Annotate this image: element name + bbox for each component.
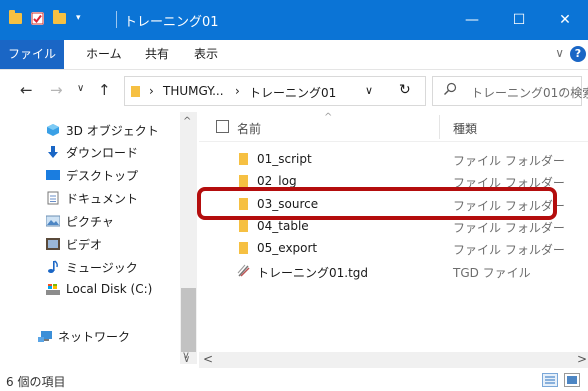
tgd-file-icon (237, 264, 250, 278)
help-icon[interactable]: ? (570, 46, 586, 62)
close-button[interactable]: ✕ (542, 0, 588, 40)
file-name: 05_export (257, 241, 318, 255)
item-count: 6 個の項目 (6, 375, 66, 389)
folder-icon (239, 175, 248, 187)
nav-item-label: ネットワーク (58, 330, 131, 344)
desktop-icon (46, 168, 60, 182)
file-type: ファイル フォルダー (453, 154, 565, 168)
list-item[interactable]: トレーニング01.tgd TGD ファイル (199, 261, 588, 283)
scroll-thumb[interactable] (181, 288, 196, 352)
nav-item-label: ビデオ (66, 238, 103, 252)
tab-home[interactable]: ホーム (86, 40, 122, 69)
tab-share[interactable]: 共有 (145, 40, 169, 69)
nav-item-downloads[interactable]: ダウンロード (0, 140, 180, 164)
breadcrumb-separator[interactable]: › (235, 84, 240, 98)
quick-access-dropdown-icon[interactable]: ▾ (76, 13, 84, 25)
nav-item-documents[interactable]: ドキュメント (0, 186, 180, 210)
breadcrumb-thumgy[interactable]: THUMGY... (163, 84, 224, 98)
file-list: 名前 ^ 種類 01_script ファイル フォルダー 02_log ファイル… (199, 112, 588, 352)
status-bar: 6 個の項目 (0, 368, 588, 391)
tab-file[interactable]: ファイル (0, 40, 64, 69)
refresh-icon[interactable]: ↻ (399, 82, 411, 98)
file-name: 01_script (257, 152, 312, 166)
new-folder-icon[interactable] (53, 10, 66, 24)
select-all-checkbox[interactable] (216, 120, 229, 133)
search-box[interactable]: トレーニング01の検索 (432, 76, 588, 106)
documents-icon (46, 191, 60, 205)
folder-icon (131, 86, 140, 97)
address-dropdown-icon[interactable]: ∨ (365, 84, 373, 97)
folder-icon (239, 153, 248, 165)
nav-item-label: デスクトップ (66, 169, 139, 183)
scroll-right-icon[interactable]: > (577, 352, 587, 366)
scroll-down-icon[interactable]: ∨ (183, 354, 190, 365)
maximize-button[interactable]: ☐ (496, 0, 542, 40)
list-item[interactable]: 01_script ファイル フォルダー (199, 149, 588, 171)
file-name: 04_table (257, 219, 309, 233)
nav-item-label: ミュージック (66, 261, 138, 275)
folder-icon (239, 242, 248, 254)
back-button[interactable]: ← (20, 81, 33, 99)
nav-item-label: 3D オブジェクト (66, 124, 159, 138)
network-icon (38, 329, 52, 343)
horizontal-scrollbar[interactable]: < > (199, 352, 588, 368)
nav-item-videos[interactable]: ビデオ (0, 232, 180, 256)
folder-icon (9, 10, 22, 24)
ribbon-collapse-icon[interactable]: ∨ (555, 46, 564, 60)
nav-item-local-disk[interactable]: Local Disk (C:) (0, 278, 180, 302)
highlight-box (197, 187, 557, 220)
nav-item-label: ピクチャ (66, 215, 114, 229)
up-button[interactable]: ↑ (98, 81, 111, 99)
music-icon (46, 260, 60, 274)
breadcrumb-training01[interactable]: トレーニング01 (249, 84, 336, 101)
navigation-pane: 3D オブジェクト ダウンロード デスクトップ ドキュメント ピクチャ ビデオ … (0, 112, 199, 364)
details-view-icon[interactable] (542, 373, 558, 387)
download-icon (46, 145, 60, 159)
title-bar: ▾ トレーニング01 — ☐ ✕ (0, 0, 588, 40)
ribbon: ファイル ホーム 共有 表示 ∨ ? (0, 40, 588, 70)
nav-item-label: ドキュメント (66, 192, 139, 206)
recent-locations-icon[interactable]: ∨ (77, 83, 84, 94)
file-type: ファイル フォルダー (453, 243, 565, 257)
nav-item-music[interactable]: ミュージック (0, 255, 180, 279)
3d-objects-icon (46, 123, 60, 137)
pictures-icon (45, 214, 61, 228)
nav-item-label: Local Disk (C:) (66, 282, 153, 296)
column-header: 名前 ^ 種類 (199, 112, 588, 142)
search-icon (443, 82, 457, 100)
search-input[interactable]: トレーニング01の検索 (471, 84, 588, 101)
tab-view[interactable]: 表示 (194, 40, 218, 69)
address-bar[interactable]: › THUMGY... › トレーニング01 ∨ ↻ (124, 76, 426, 106)
breadcrumb-separator[interactable]: › (149, 84, 154, 98)
disk-icon (46, 283, 60, 297)
video-icon (46, 237, 60, 251)
nav-item-network[interactable]: ネットワーク (0, 324, 180, 348)
properties-icon[interactable] (31, 12, 44, 25)
column-type-header[interactable]: 種類 (453, 120, 477, 137)
title-separator (116, 11, 117, 28)
address-row: ← → ∨ ↑ › THUMGY... › トレーニング01 ∨ ↻ トレーニン… (0, 70, 588, 112)
file-name: 02_log (257, 174, 297, 188)
folder-icon (239, 220, 248, 232)
file-type: TGD ファイル (453, 266, 531, 280)
minimize-button[interactable]: — (449, 0, 495, 40)
file-type: ファイル フォルダー (453, 221, 565, 235)
large-icons-view-icon[interactable] (564, 373, 580, 387)
column-divider[interactable] (439, 115, 440, 139)
file-name: トレーニング01.tgd (257, 266, 369, 280)
nav-item-3d-objects[interactable]: 3D オブジェクト (0, 118, 180, 142)
scroll-up-icon[interactable]: ^ (183, 116, 191, 127)
forward-button[interactable]: → (50, 81, 63, 99)
list-item[interactable]: 05_export ファイル フォルダー (199, 238, 588, 260)
nav-pane-scrollbar[interactable]: ^ v (180, 112, 197, 364)
nav-item-label: ダウンロード (66, 146, 139, 160)
nav-item-pictures[interactable]: ピクチャ (0, 209, 180, 233)
window-title: トレーニング01 (124, 15, 219, 30)
column-name-header[interactable]: 名前 (237, 120, 261, 137)
sort-ascending-icon: ^ (324, 112, 333, 123)
scroll-left-icon[interactable]: < (203, 352, 213, 366)
nav-item-desktop[interactable]: デスクトップ (0, 163, 180, 187)
